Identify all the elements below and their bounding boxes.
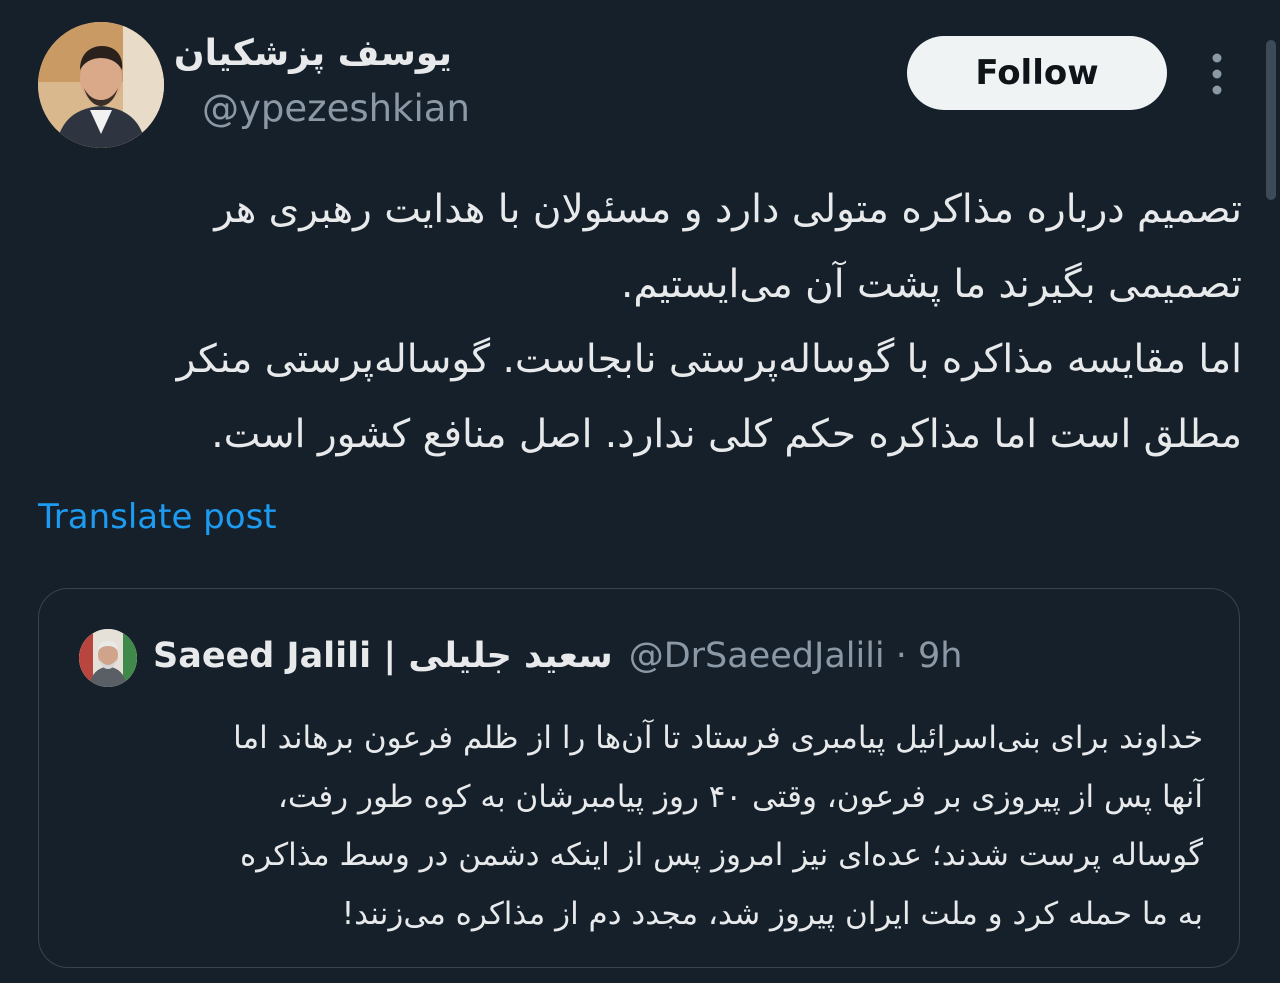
post-line: اما مقایسه مذاکره با گوساله‌پرستی نابجاس… (176, 337, 1242, 382)
quoted-post-header: Saeed Jalili | سعید جلیلی @DrSaeedJalili… (153, 631, 963, 681)
quoted-author-name[interactable]: Saeed Jalili | سعید جلیلی (153, 631, 613, 681)
avatar[interactable] (38, 22, 164, 148)
quoted-post-line: به ما حمله کرد و ملت ایران پیروز شد، مجد… (341, 895, 1203, 932)
quoted-avatar-image (79, 629, 137, 687)
quoted-post[interactable]: Saeed Jalili | سعید جلیلی @DrSaeedJalili… (38, 588, 1240, 968)
quoted-post-text: خداوند برای بنی‌اسرائیل پیامبری فرستاد ت… (79, 709, 1203, 943)
avatar-image (38, 22, 164, 148)
tweet-detail-view: یوسف پزشکیان @ypezeshkian Follow تصمیم د… (0, 0, 1280, 983)
quoted-post-line: آنها پس از پیروزی بر فرعون، وقتی ۴۰ روز … (277, 778, 1203, 815)
author-handle[interactable]: @ypezeshkian (202, 84, 470, 134)
more-vertical-icon[interactable] (1205, 50, 1229, 100)
quoted-author-handle-time[interactable]: @DrSaeedJalili · 9h (629, 631, 963, 681)
quoted-avatar[interactable] (79, 629, 137, 687)
author-display-name[interactable]: یوسف پزشکیان (174, 30, 452, 78)
post-line: تصمیمی بگیرند ما پشت آن می‌ایستیم. (621, 262, 1242, 307)
translate-post-link[interactable]: Translate post (38, 494, 277, 540)
post-line: مطلق است اما مذاکره حکم کلی ندارد. اصل م… (211, 412, 1242, 457)
quoted-post-line: گوساله پرست شدند؛ عده‌ای نیز امروز پس از… (240, 837, 1203, 873)
post-text: تصمیم درباره مذاکره متولی دارد و مسئولان… (38, 172, 1242, 472)
quoted-post-line: خداوند برای بنی‌اسرائیل پیامبری فرستاد ت… (233, 720, 1203, 756)
post-line: تصمیم درباره مذاکره متولی دارد و مسئولان… (214, 187, 1242, 232)
scrollbar[interactable] (1266, 40, 1276, 200)
follow-button[interactable]: Follow (907, 36, 1167, 110)
